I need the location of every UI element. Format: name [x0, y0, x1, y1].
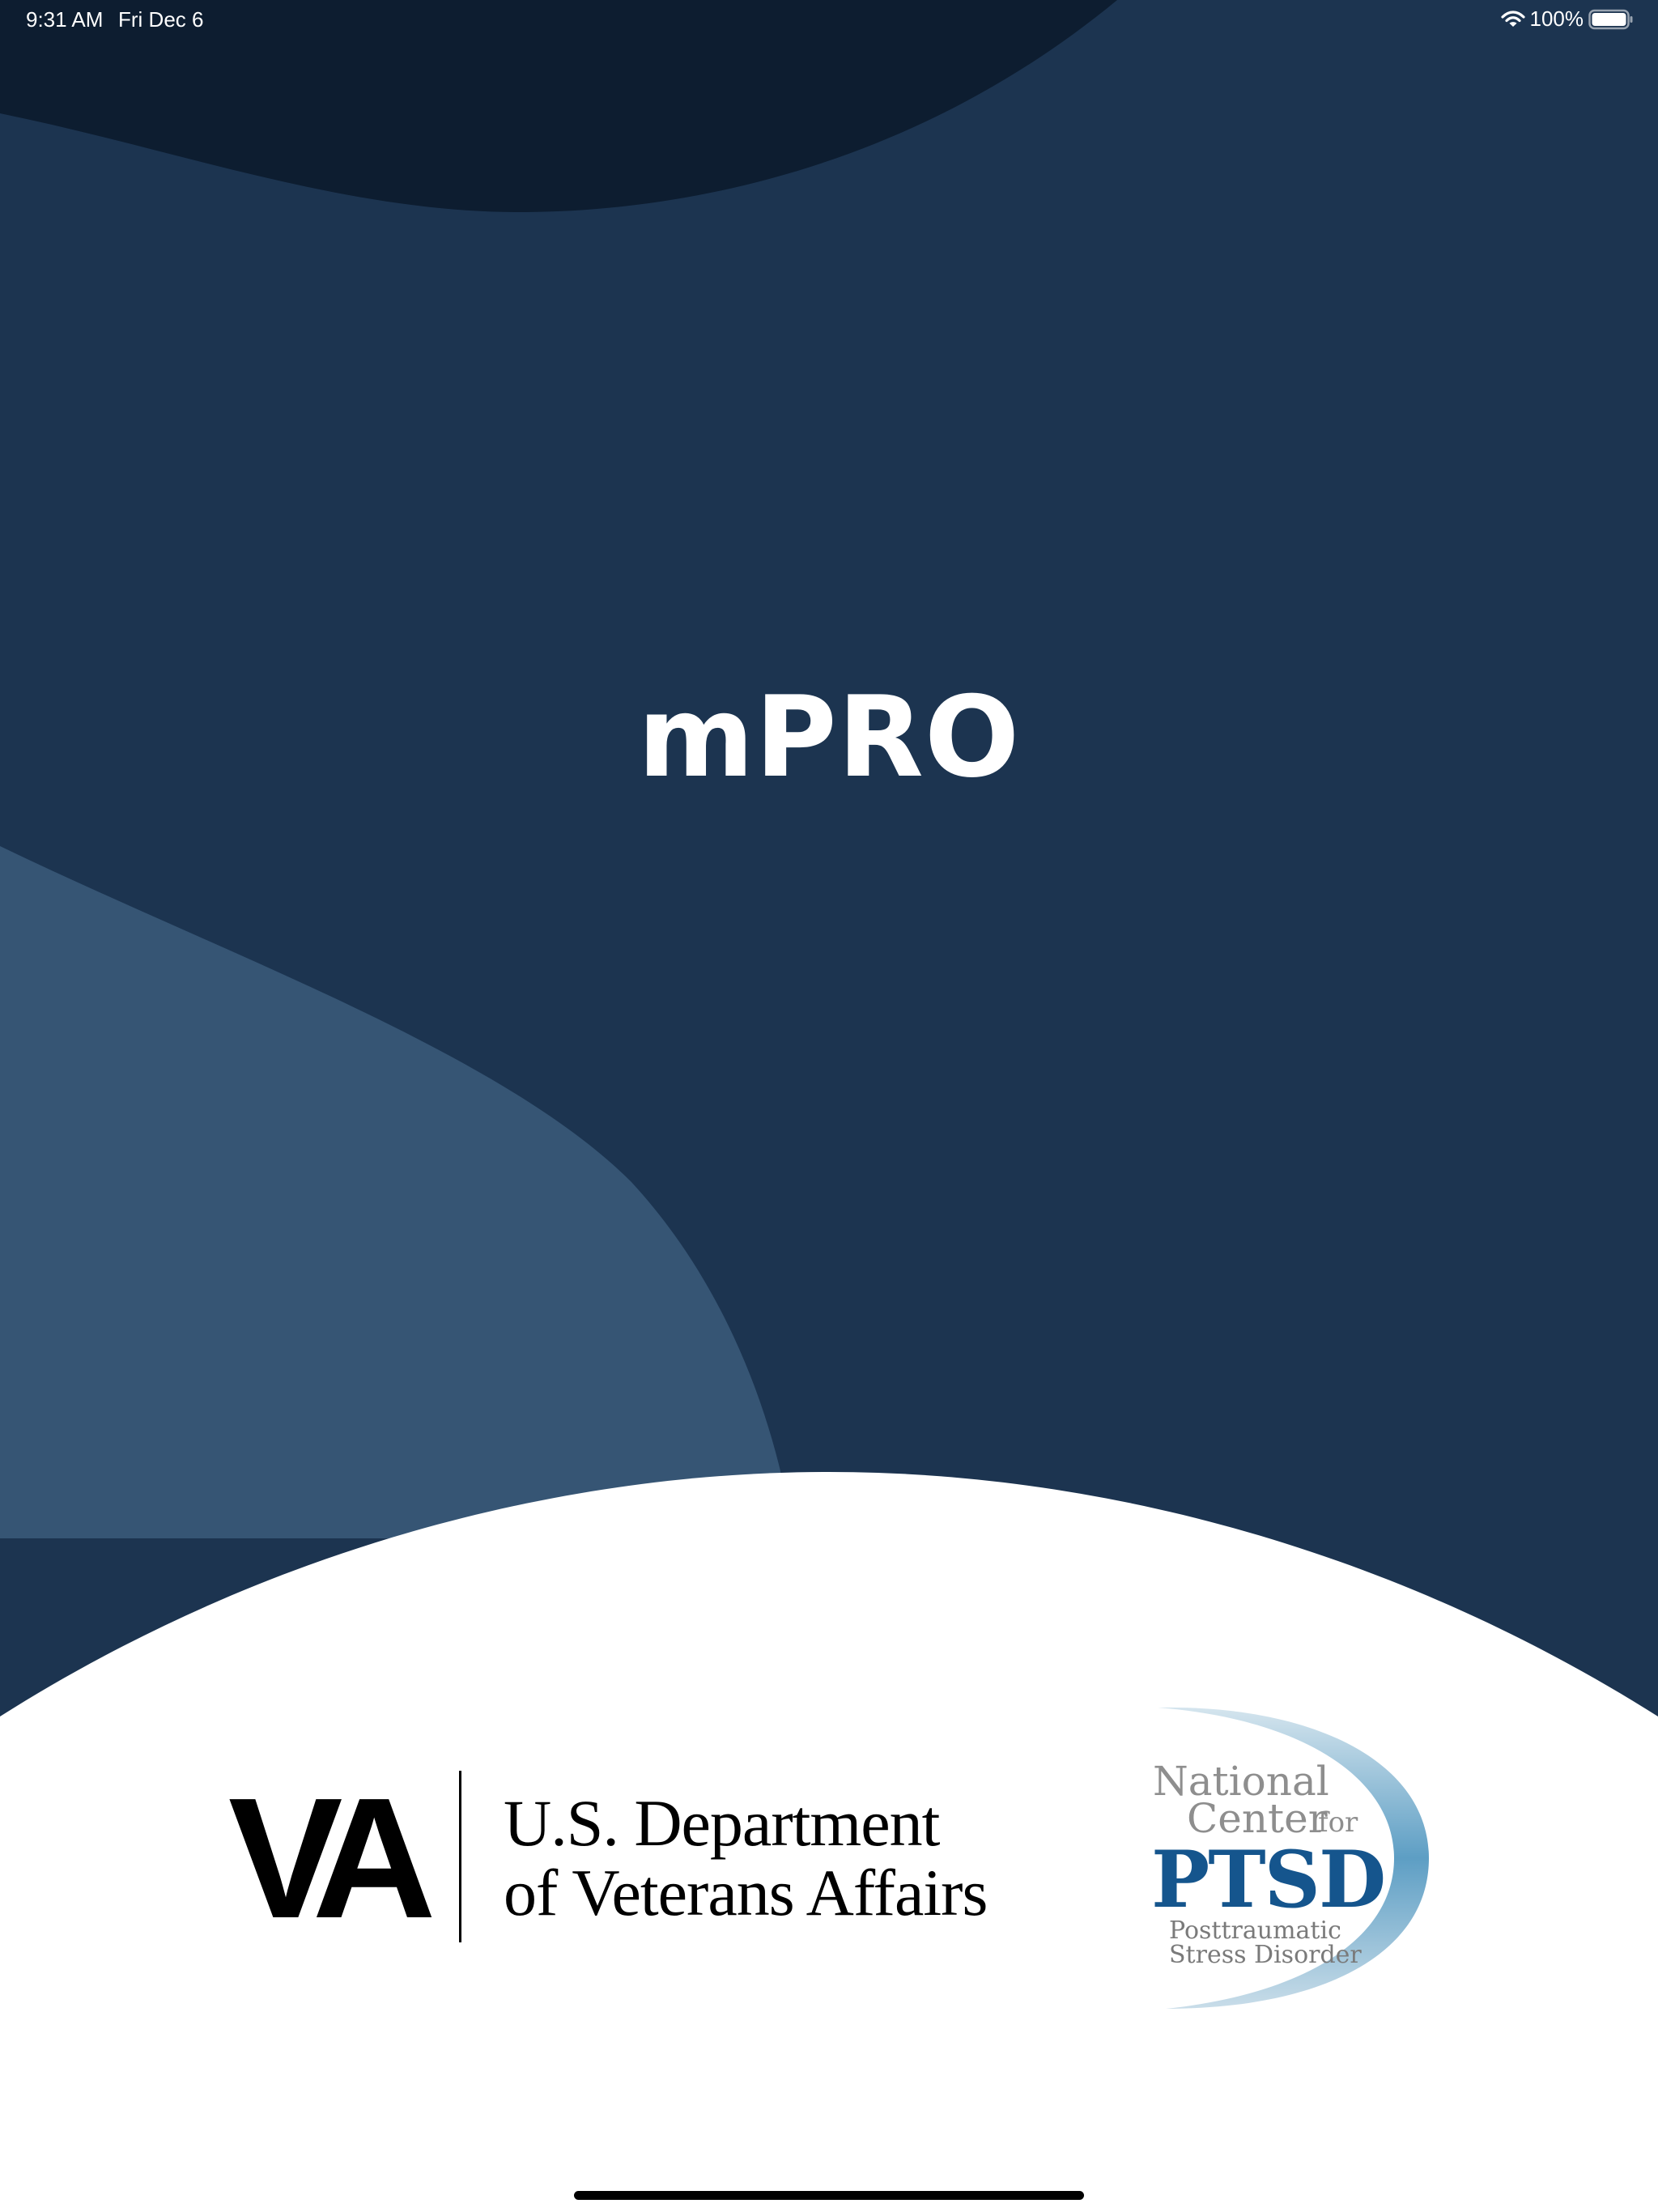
va-logo: VA U.S. Department of Veterans Affairs — [228, 1761, 1046, 1955]
splash-screen: 9:31 AM Fri Dec 6 100% mPRO VA U.S. Depa… — [0, 0, 1658, 2212]
ptsd-logo-line4: Stress Disorder — [1169, 1941, 1362, 1969]
battery-percent: 100% — [1529, 6, 1584, 31]
status-bar: 9:31 AM Fri Dec 6 100% — [0, 0, 1658, 39]
va-logo-line1: U.S. Department — [504, 1786, 940, 1860]
ptsd-logo-acronym: PTSD — [1151, 1834, 1386, 1925]
va-logo-divider — [459, 1771, 461, 1942]
battery-fill — [1592, 12, 1626, 26]
battery-icon — [1588, 9, 1633, 29]
va-logo-mark: VA — [228, 1762, 436, 1954]
status-time: 9:31 AM — [26, 7, 104, 32]
app-title: mPRO — [637, 672, 1021, 802]
va-logo-line2: of Veterans Affairs — [504, 1856, 988, 1929]
wifi-icon — [1500, 10, 1525, 27]
ptsd-logo: National Center for PTSD Posttraumatic S… — [1133, 1704, 1433, 2012]
status-date: Fri Dec 6 — [118, 7, 204, 32]
status-indicators: 100% — [1500, 6, 1635, 32]
home-indicator[interactable] — [574, 2191, 1084, 2200]
